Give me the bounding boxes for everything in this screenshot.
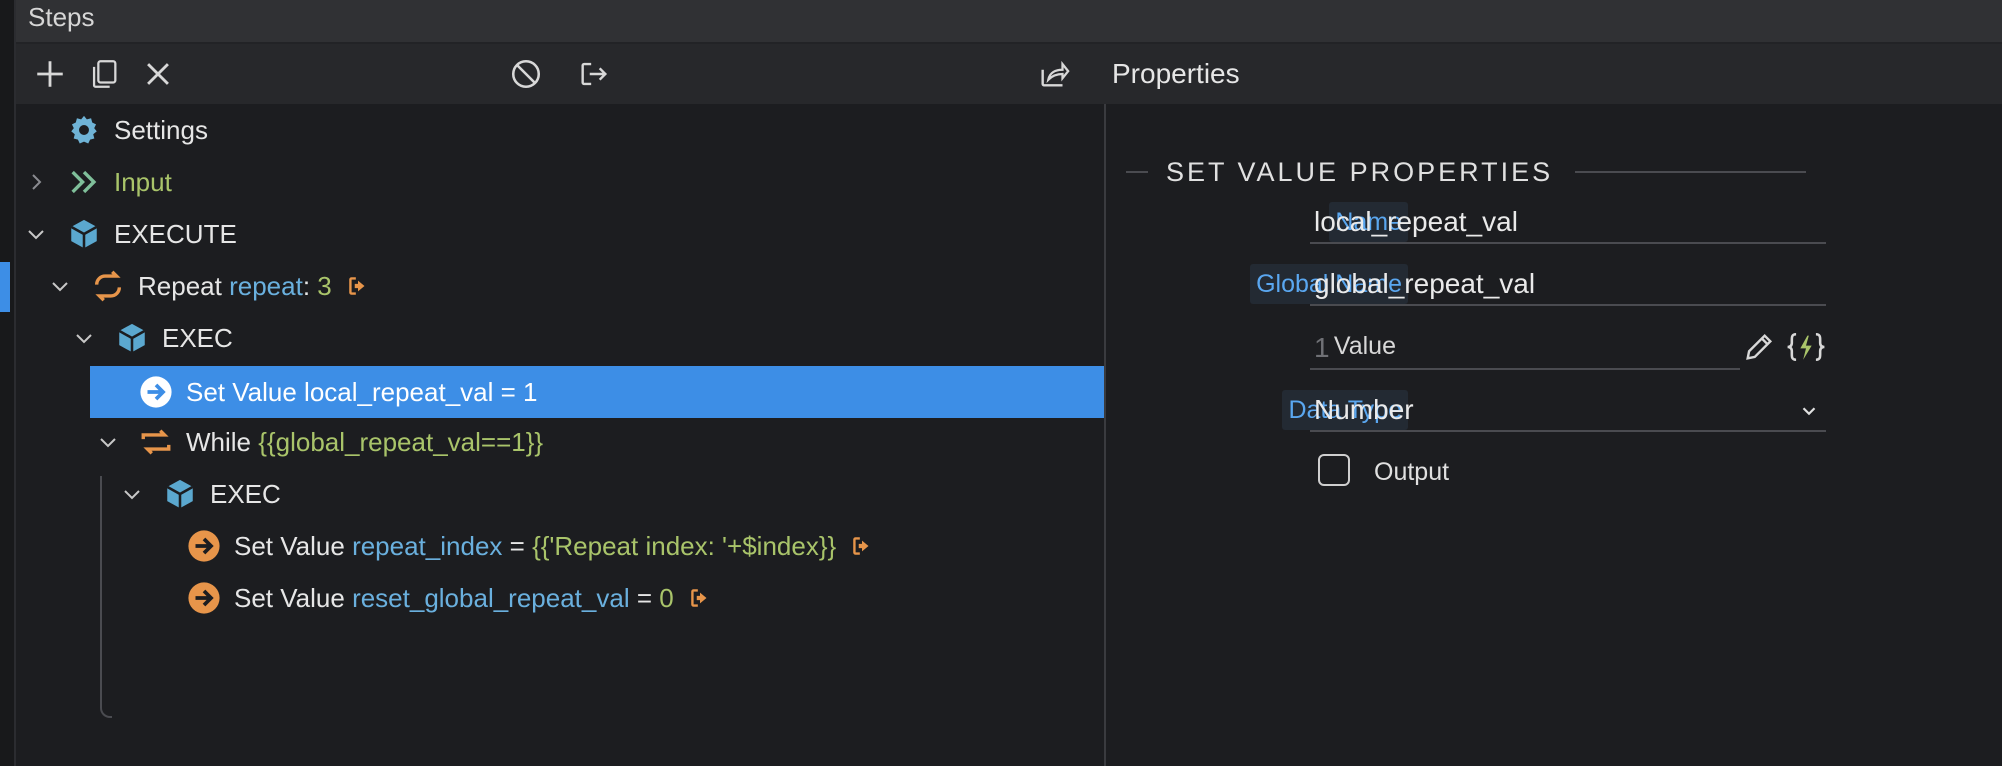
tree-item-label: While [186, 426, 252, 457]
tree-item-label: Settings [114, 114, 208, 145]
tree-item-label: EXEC [210, 478, 281, 509]
output-step-button[interactable] [572, 52, 616, 96]
chevron-down-icon [28, 230, 44, 240]
arrow-circle-icon [186, 528, 222, 564]
cube-icon [114, 320, 150, 356]
chevron-down-icon [1802, 407, 1816, 416]
set-value-expression: {{'Repeat index: '+$index}} [532, 530, 837, 561]
value-input[interactable]: 1 [1310, 328, 1740, 370]
chevron-right-icon [32, 174, 42, 190]
collapse-repeat-toggle[interactable] [46, 272, 74, 300]
equals-sign: = [509, 530, 525, 561]
export-icon [581, 62, 608, 86]
output-marker-icon [340, 268, 376, 304]
steps-toolbar: Properties [16, 44, 2002, 104]
while-condition: {{global_repeat_val==1}} [258, 426, 544, 457]
ban-icon [511, 59, 541, 89]
chevron-down-icon [124, 490, 140, 500]
tree-item-while[interactable]: While {{global_repeat_val==1}} [138, 416, 543, 468]
repeat-key: repeat [229, 270, 303, 301]
pencil-icon [1746, 333, 1773, 360]
tree-item-label: Set Value [234, 530, 345, 561]
dynamic-data-icon [1787, 332, 1825, 362]
collapse-exec-inner-toggle[interactable] [118, 480, 146, 508]
loop-icon [138, 424, 174, 460]
global-name-input[interactable]: global_repeat_val [1310, 264, 1826, 306]
tree-item-repeat[interactable]: Repeat repeat: 3 [90, 260, 388, 312]
output-label: Output [1374, 458, 1450, 486]
section-header: SET VALUE PROPERTIES [1126, 152, 1806, 192]
tree-item-set-value-reset[interactable]: Set Value reset_global_repeat_val = 0 [186, 572, 730, 624]
equals-sign: = [636, 582, 653, 613]
data-type-value: Number [1314, 394, 1414, 425]
copy-icon [92, 60, 117, 88]
tree-item-label: Repeat [138, 270, 222, 301]
tree-item-label: EXECUTE [114, 218, 237, 249]
tree-item-settings[interactable]: Settings [66, 104, 208, 156]
cube-icon [162, 476, 198, 512]
set-value-expression: 0 [659, 582, 674, 613]
repeat-icon [90, 268, 126, 304]
tree-item-label: EXEC [162, 322, 233, 353]
double-chevron-icon [66, 164, 102, 200]
section-rule [1575, 171, 1806, 173]
chevron-down-icon [52, 282, 68, 292]
cube-icon [66, 216, 102, 252]
panel-title: Steps [28, 2, 95, 32]
repeat-count: 3 [317, 270, 332, 301]
share-properties-button[interactable] [1032, 52, 1076, 96]
steps-tree: Settings Input EXECUTE Repeat repeat: 3 [16, 104, 1104, 766]
tree-item-input[interactable]: Input [66, 156, 172, 208]
expand-input-toggle[interactable] [22, 168, 50, 196]
disable-step-button[interactable] [504, 52, 548, 96]
tree-item-label: Set Value [234, 582, 345, 613]
duplicate-step-button[interactable] [82, 52, 126, 96]
plus-icon [37, 61, 63, 87]
collapse-execute-toggle[interactable] [22, 220, 50, 248]
tree-item-set-value-index[interactable]: Set Value repeat_index = {{'Repeat index… [186, 520, 892, 572]
add-step-button[interactable] [28, 52, 72, 96]
tree-item-label: Set Value local_repeat_val = 1 [186, 376, 538, 407]
output-marker-icon [844, 528, 880, 564]
tree-item-label: Input [114, 166, 172, 197]
arrow-circle-icon [186, 580, 222, 616]
left-active-indicator [0, 262, 10, 312]
panel-titlebar: Steps [16, 0, 2002, 44]
gear-icon [66, 112, 102, 148]
edit-value-button[interactable] [1742, 330, 1778, 366]
name-value: local_repeat_val [1314, 206, 1518, 237]
left-edge-strip [0, 0, 16, 766]
delete-step-button[interactable] [136, 52, 180, 96]
set-value-name: reset_global_repeat_val [352, 582, 630, 613]
name-input[interactable]: local_repeat_val [1310, 202, 1826, 244]
properties-panel: SET VALUE PROPERTIES Name local_repeat_v… [1106, 104, 2002, 766]
close-icon [147, 63, 169, 85]
output-marker-icon [682, 580, 718, 616]
tree-item-execute[interactable]: EXECUTE [66, 208, 237, 260]
set-value-name: repeat_index [352, 530, 503, 561]
data-type-select[interactable]: Number [1310, 390, 1826, 432]
data-bindings-button[interactable] [1786, 330, 1828, 366]
collapse-while-toggle[interactable] [94, 428, 122, 456]
tree-item-set-value-selected[interactable]: Set Value local_repeat_val = 1 [90, 366, 1104, 418]
tree-guide-line [100, 476, 112, 718]
chevron-down-icon [100, 438, 116, 448]
section-title: SET VALUE PROPERTIES [1166, 156, 1554, 187]
section-rule [1126, 171, 1148, 173]
share-icon [1041, 60, 1070, 87]
properties-panel-title: Properties [1112, 58, 1240, 89]
collapse-exec-toggle[interactable] [70, 324, 98, 352]
output-checkbox[interactable] [1318, 454, 1350, 486]
repeat-colon: : [302, 270, 311, 301]
chevron-down-icon [76, 334, 92, 344]
global-name-value: global_repeat_val [1314, 268, 1536, 299]
tree-item-exec[interactable]: EXEC [114, 312, 233, 364]
value-placeholder: 1 [1314, 332, 1330, 363]
tree-item-exec-inner[interactable]: EXEC [162, 468, 281, 520]
arrow-circle-icon [138, 374, 174, 410]
